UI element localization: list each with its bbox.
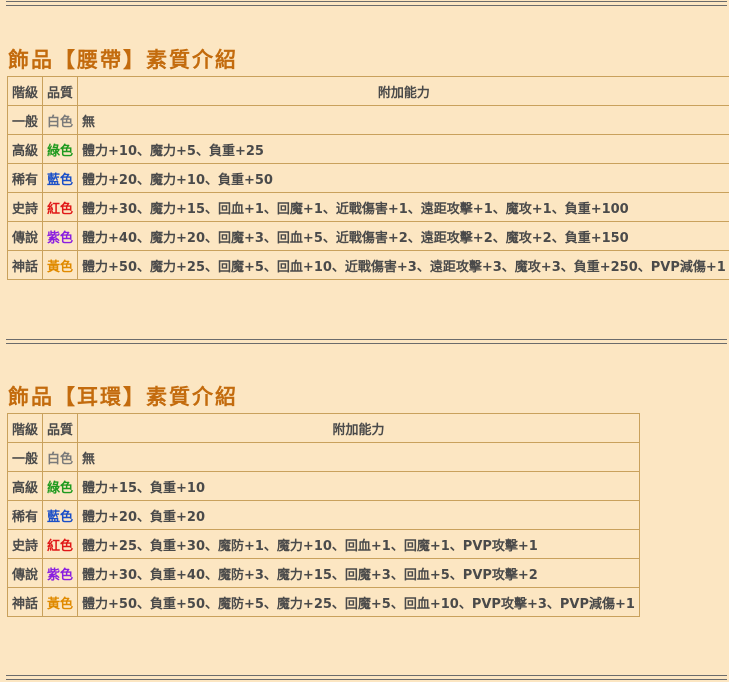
divider-top <box>6 1 727 6</box>
table-header-row: 階級 品質 附加能力 <box>6 76 729 106</box>
quality-cell: 綠色 <box>42 134 79 164</box>
quality-cell: 紅色 <box>42 192 79 222</box>
table-header-row: 階級 品質 附加能力 <box>6 413 640 443</box>
quality-cell: 白色 <box>42 105 79 135</box>
tier-cell: 稀有 <box>6 163 44 193</box>
ability-cell: 體力+15、負重+10 <box>77 471 640 501</box>
tier-cell: 神話 <box>6 587 44 617</box>
table-row: 史詩 紅色 體力+25、負重+30、魔防+1、魔力+10、回血+1、回魔+1、PVP… <box>6 529 640 559</box>
ability-cell: 體力+30、負重+40、魔防+3、魔力+15、回魔+3、回血+5、PVP攻擊+2 <box>77 558 640 588</box>
ability-cell: 無 <box>77 105 729 135</box>
earring-quality-table: 階級 品質 附加能力 一般 白色無高級 綠色 體力+15、負重+10 稀有 藍色 體力+20… <box>6 413 640 617</box>
tier-cell: 傳說 <box>6 221 44 251</box>
table-row: 稀有 藍色 體力+20、負重+20 <box>6 500 640 530</box>
header-ability: 附加能力 <box>77 76 729 106</box>
tier-cell: 史詩 <box>6 529 44 559</box>
tier-cell: 高級 <box>6 471 44 501</box>
table-row: 高級 綠色 體力+10、魔力+5、負重+25 <box>6 134 729 164</box>
ability-cell: 體力+25、負重+30、魔防+1、魔力+10、回血+1、回魔+1、PVP攻擊+1 <box>77 529 640 559</box>
ability-cell: 體力+50、魔力+25、回魔+5、回血+10、近戰傷害+3、遠距攻擊+3、魔攻+… <box>77 250 729 280</box>
ability-cell: 體力+10、魔力+5、負重+25 <box>77 134 729 164</box>
belt-quality-table: 階級 品質 附加能力 一般 白色無高級 綠色 體力+10、魔力+5、負重+25 稀有 藍色… <box>6 76 729 280</box>
header-ability: 附加能力 <box>77 413 640 443</box>
table-row: 高級 綠色 體力+15、負重+10 <box>6 471 640 501</box>
quality-cell: 紅色 <box>42 529 79 559</box>
tier-cell: 史詩 <box>6 192 44 222</box>
header-tier: 階級 <box>6 413 44 443</box>
quality-cell: 白色 <box>42 442 79 472</box>
table-row: 神話 黃色 體力+50、負重+50、魔防+5、魔力+25、回魔+5、回血+10、PV… <box>6 587 640 617</box>
header-tier: 階級 <box>6 76 44 106</box>
tier-cell: 傳說 <box>6 558 44 588</box>
header-quality: 品質 <box>42 413 79 443</box>
ability-cell: 體力+20、魔力+10、負重+50 <box>77 163 729 193</box>
tier-cell: 高級 <box>6 134 44 164</box>
ability-cell: 體力+20、負重+20 <box>77 500 640 530</box>
quality-cell: 黃色 <box>42 587 79 617</box>
table-row: 傳說 紫色 體力+40、魔力+20、回魔+3、回血+5、近戰傷害+2、遠距攻擊+2、… <box>6 221 729 251</box>
tier-cell: 神話 <box>6 250 44 280</box>
table-row: 一般 白色無 <box>6 105 729 135</box>
divider-middle <box>6 339 727 344</box>
table-row: 史詩 紅色 體力+30、魔力+15、回血+1、回魔+1、近戰傷害+1、遠距攻擊+1、… <box>6 192 729 222</box>
tier-cell: 稀有 <box>6 500 44 530</box>
belt-table-body: 一般 白色無高級 綠色 體力+10、魔力+5、負重+25 稀有 藍色 體力+20、魔力+10… <box>6 105 729 280</box>
earring-section-title: 飾品【耳環】素質介紹 <box>8 384 238 409</box>
quality-cell: 黃色 <box>42 250 79 280</box>
ability-cell: 體力+40、魔力+20、回魔+3、回血+5、近戰傷害+2、遠距攻擊+2、魔攻+2… <box>77 221 729 251</box>
quality-cell: 綠色 <box>42 471 79 501</box>
divider-bottom <box>6 675 727 680</box>
header-quality: 品質 <box>42 76 79 106</box>
quality-cell: 藍色 <box>42 500 79 530</box>
ability-cell: 無 <box>77 442 640 472</box>
tier-cell: 一般 <box>6 105 44 135</box>
ability-cell: 體力+50、負重+50、魔防+5、魔力+25、回魔+5、回血+10、PVP攻擊+… <box>77 587 640 617</box>
belt-section-title: 飾品【腰帶】素質介紹 <box>8 47 238 72</box>
tier-cell: 一般 <box>6 442 44 472</box>
table-row: 一般 白色無 <box>6 442 640 472</box>
ability-cell: 體力+30、魔力+15、回血+1、回魔+1、近戰傷害+1、遠距攻擊+1、魔攻+1… <box>77 192 729 222</box>
quality-cell: 藍色 <box>42 163 79 193</box>
earring-table-body: 一般 白色無高級 綠色 體力+15、負重+10 稀有 藍色 體力+20、負重+20 史詩 紅色體… <box>6 442 640 617</box>
table-row: 神話 黃色 體力+50、魔力+25、回魔+5、回血+10、近戰傷害+3、遠距攻擊+3… <box>6 250 729 280</box>
table-row: 稀有 藍色 體力+20、魔力+10、負重+50 <box>6 163 729 193</box>
table-row: 傳說 紫色 體力+30、負重+40、魔防+3、魔力+15、回魔+3、回血+5、PVP… <box>6 558 640 588</box>
quality-cell: 紫色 <box>42 558 79 588</box>
quality-cell: 紫色 <box>42 221 79 251</box>
